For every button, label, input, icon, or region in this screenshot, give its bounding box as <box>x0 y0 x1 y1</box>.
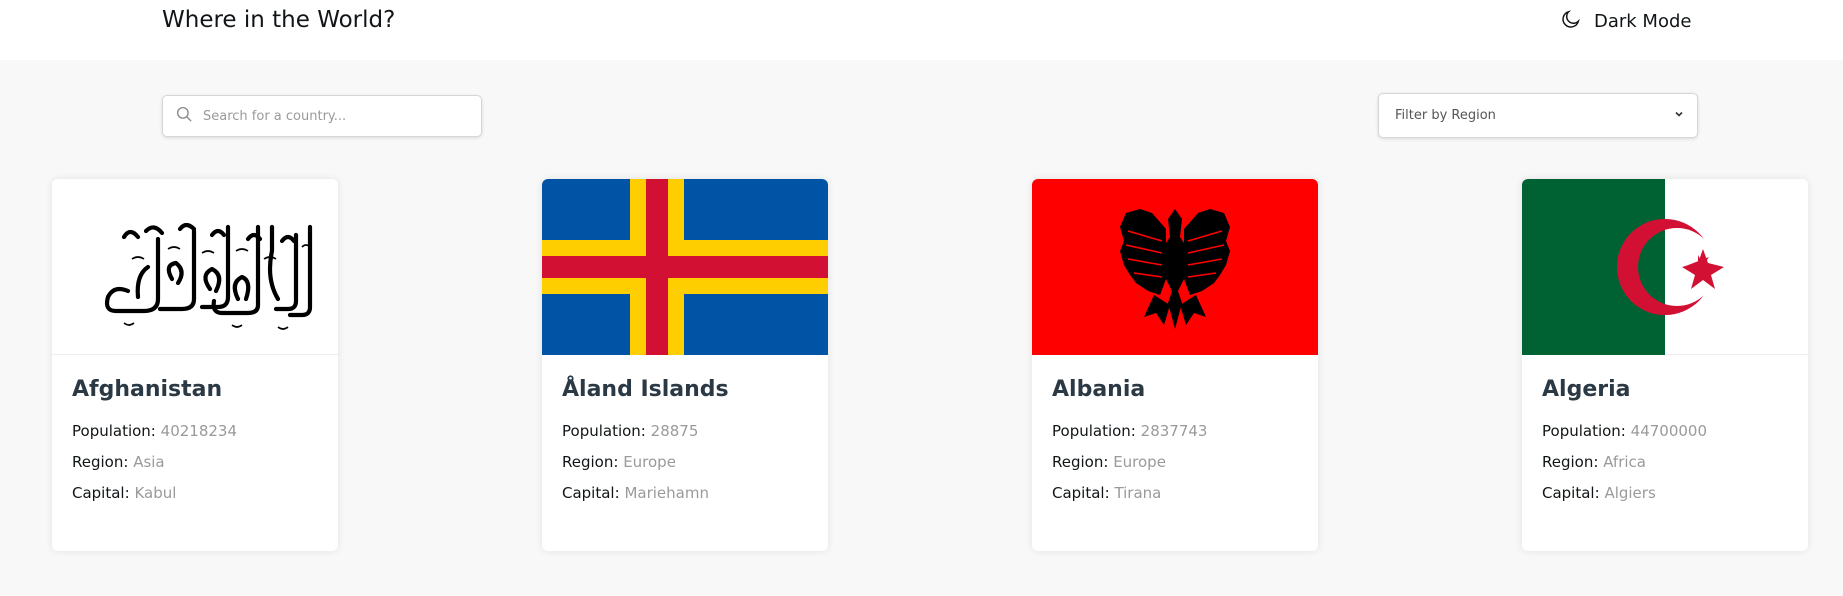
population-value: 28875 <box>650 422 699 440</box>
capital-value: Kabul <box>134 484 177 502</box>
region-filter-select[interactable]: Filter by Region <box>1378 93 1698 138</box>
capital-row: Capital: Mariehamn <box>562 484 808 502</box>
population-value: 40218234 <box>160 422 238 440</box>
population-label: Population: <box>562 422 646 440</box>
region-row: Region: Africa <box>1542 453 1788 471</box>
search-input[interactable] <box>203 108 463 124</box>
moon-icon <box>1560 8 1582 35</box>
capital-value: Tirana <box>1114 484 1162 502</box>
region-filter-label: Filter by Region <box>1395 108 1496 123</box>
country-name: Algeria <box>1542 377 1631 402</box>
population-row: Population: 28875 <box>562 422 808 440</box>
population-row: Population: 44700000 <box>1542 422 1788 440</box>
country-name: Afghanistan <box>72 377 223 402</box>
population-value: 2837743 <box>1140 422 1208 440</box>
flag-afghanistan <box>52 179 338 355</box>
country-card-afghanistan[interactable]: Afghanistan Population: 40218234 Region:… <box>52 179 338 551</box>
dark-mode-toggle[interactable]: Dark Mode <box>1560 8 1691 35</box>
region-row: Region: Europe <box>1052 453 1298 471</box>
region-value: Asia <box>133 453 165 471</box>
population-row: Population: 40218234 <box>72 422 318 440</box>
population-row: Population: 2837743 <box>1052 422 1298 440</box>
region-label: Region: <box>72 453 129 471</box>
dark-mode-label: Dark Mode <box>1594 11 1692 32</box>
region-label: Region: <box>562 453 619 471</box>
capital-label: Capital: <box>1542 484 1600 502</box>
country-card-algeria[interactable]: Algeria Population: 44700000 Region: Afr… <box>1522 179 1808 551</box>
country-card-aland-islands[interactable]: Åland Islands Population: 28875 Region: … <box>542 179 828 551</box>
capital-row: Capital: Kabul <box>72 484 318 502</box>
capital-row: Capital: Tirana <box>1052 484 1298 502</box>
region-row: Region: Europe <box>562 453 808 471</box>
region-value: Europe <box>1113 453 1166 471</box>
app-title: Where in the World? <box>162 7 396 33</box>
search-box[interactable] <box>162 95 482 137</box>
population-label: Population: <box>1542 422 1626 440</box>
region-row: Region: Asia <box>72 453 318 471</box>
top-header: Where in the World? Dark Mode <box>0 0 1843 60</box>
capital-row: Capital: Algiers <box>1542 484 1788 502</box>
country-card-albania[interactable]: Albania Population: 2837743 Region: Euro… <box>1032 179 1318 551</box>
capital-value: Mariehamn <box>624 484 709 502</box>
region-label: Region: <box>1542 453 1599 471</box>
capital-label: Capital: <box>1052 484 1110 502</box>
flag-algeria <box>1522 179 1808 355</box>
region-value: Africa <box>1603 453 1646 471</box>
population-label: Population: <box>1052 422 1136 440</box>
flag-aland-islands <box>542 179 828 355</box>
flag-albania <box>1032 179 1318 355</box>
population-value: 44700000 <box>1630 422 1708 440</box>
country-name: Albania <box>1052 377 1146 402</box>
capital-value: Algiers <box>1604 484 1656 502</box>
country-name: Åland Islands <box>562 377 729 402</box>
search-icon <box>175 105 193 127</box>
region-label: Region: <box>1052 453 1109 471</box>
population-label: Population: <box>72 422 156 440</box>
chevron-down-icon <box>1673 108 1685 124</box>
capital-label: Capital: <box>72 484 130 502</box>
capital-label: Capital: <box>562 484 620 502</box>
region-value: Europe <box>623 453 676 471</box>
